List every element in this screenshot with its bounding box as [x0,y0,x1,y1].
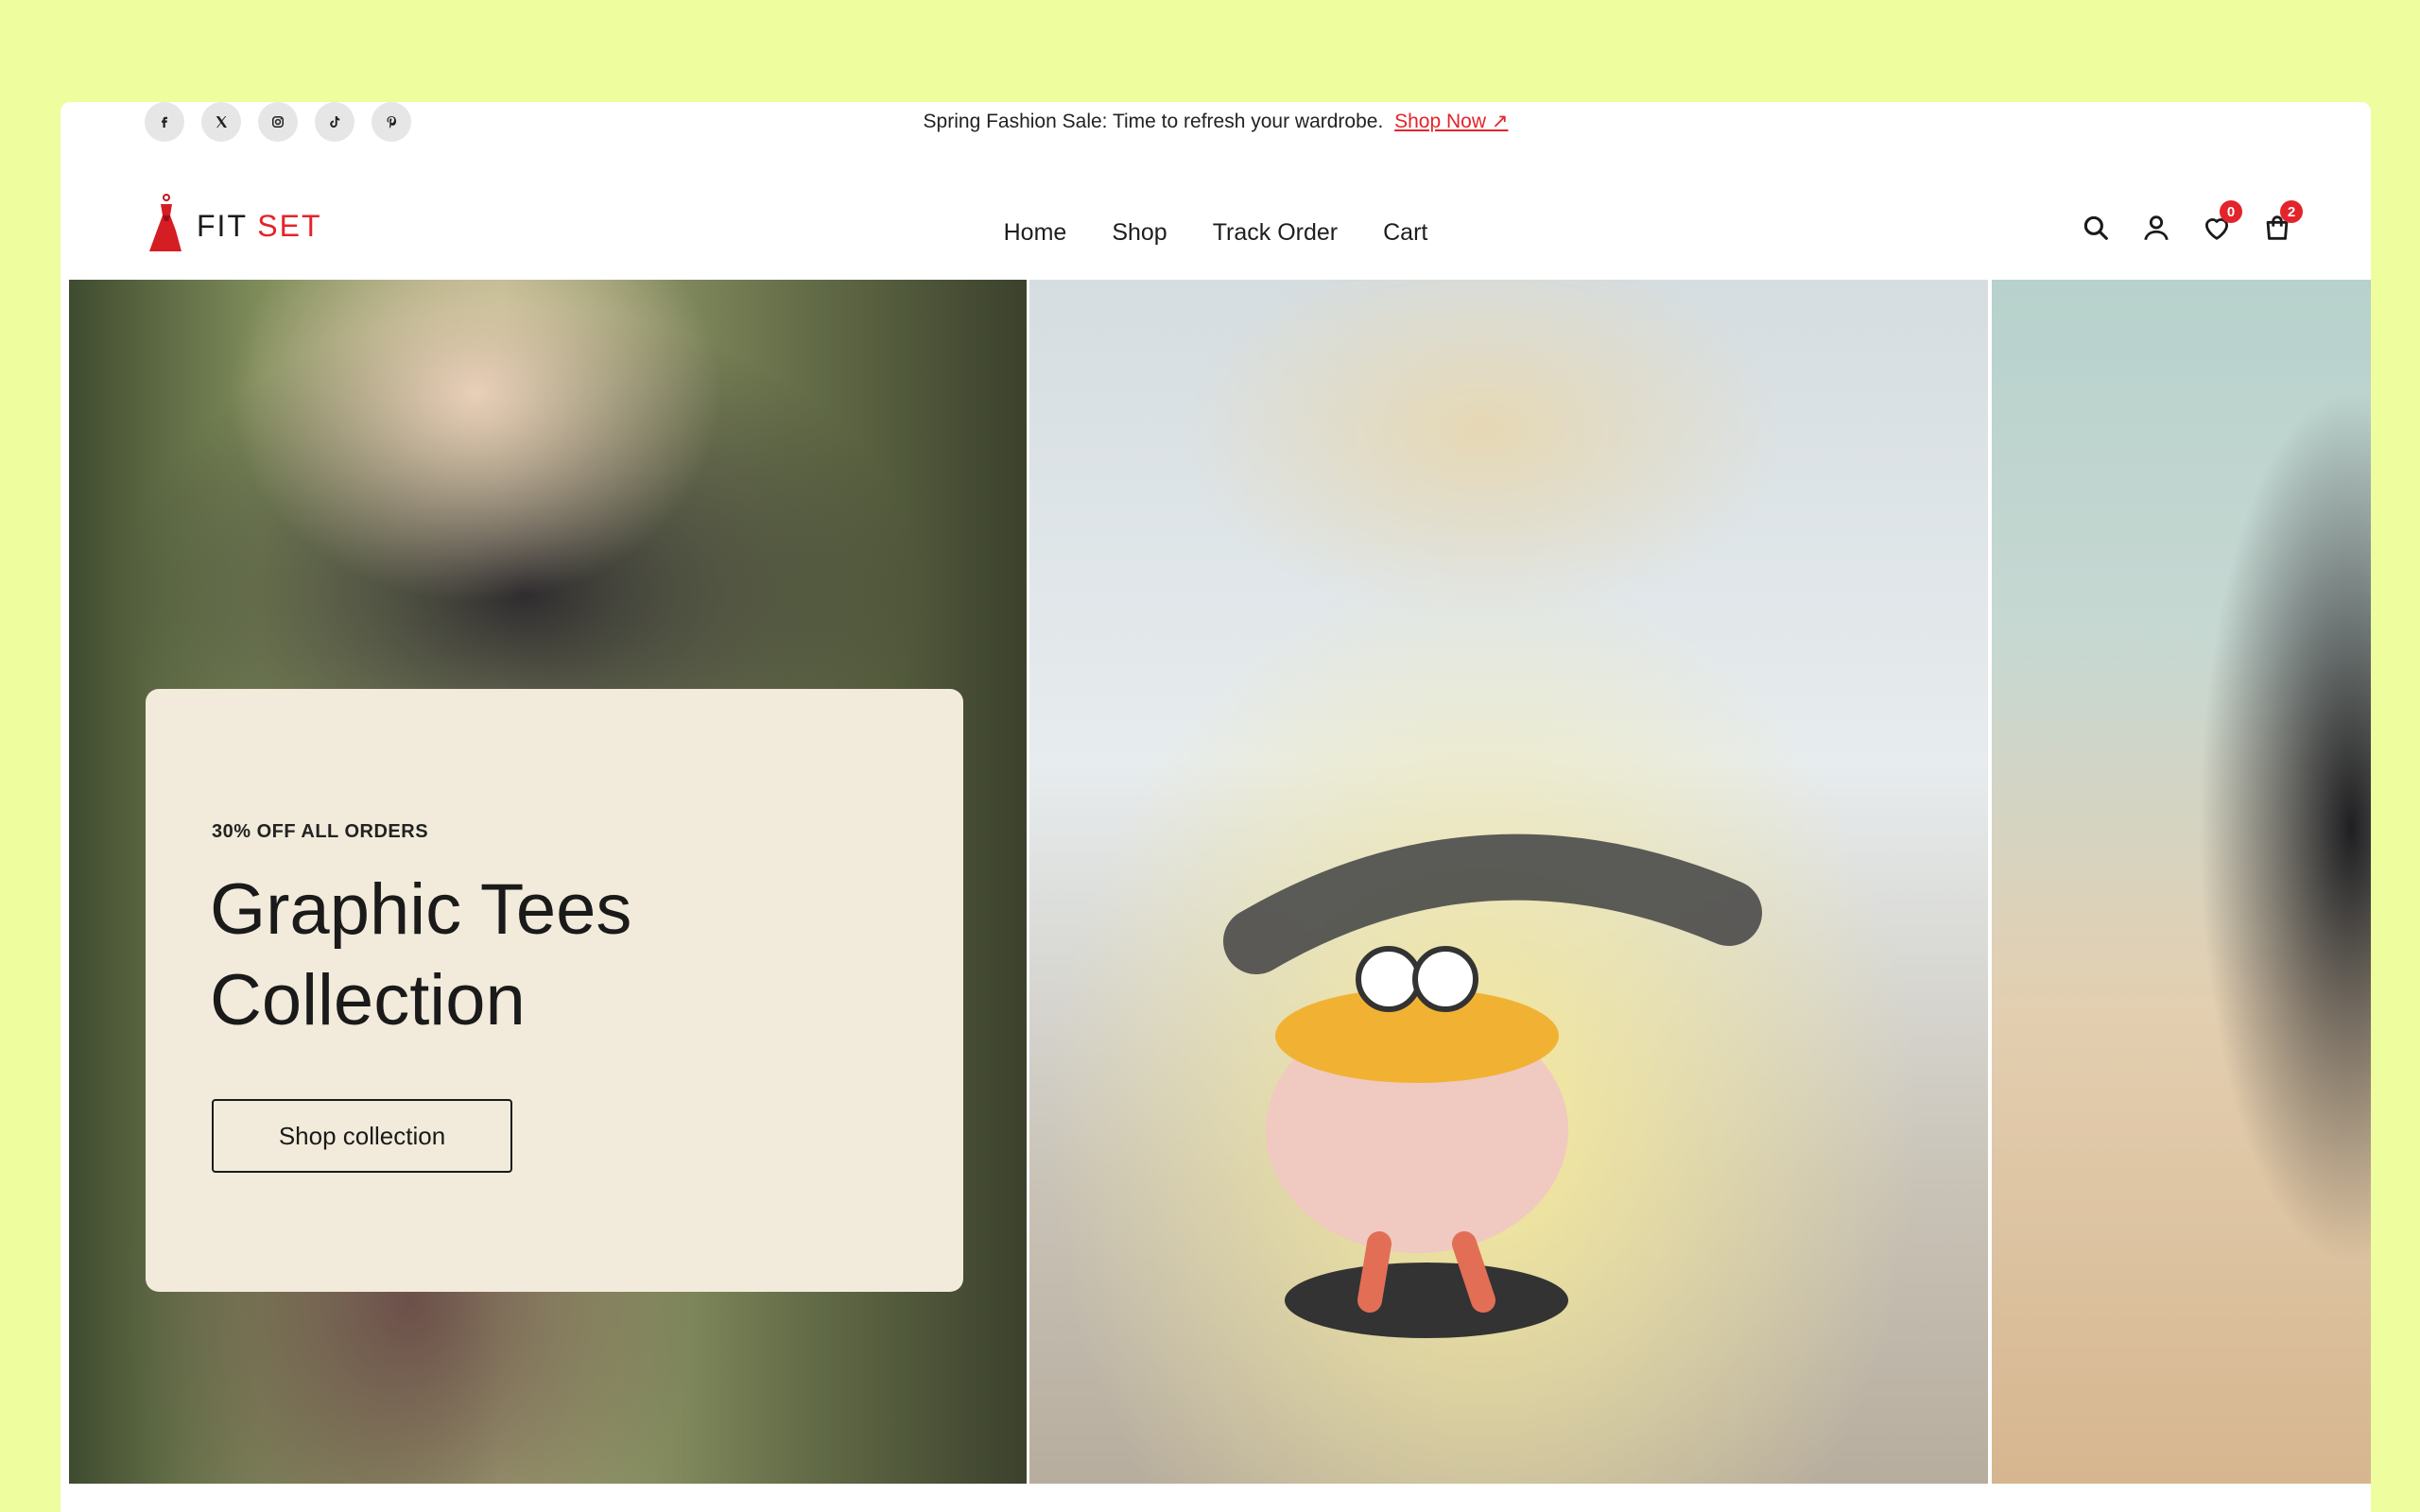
nav-cart[interactable]: Cart [1383,219,1427,247]
promo-card: 30% OFF ALL ORDERS Graphic Tees Collecti… [146,689,963,1292]
shirt-graphic [1200,790,1767,1362]
cart-count-badge: 2 [2280,200,2303,223]
wishlist-icon[interactable]: 0 [2201,200,2242,246]
hero-slider: 30% OFF ALL ORDERS Graphic Tees Collecti… [69,280,2371,1484]
site-header: FIT SET Home Shop Track Order Cart 0 2 [60,174,2371,284]
browser-frame: Spring Fashion Sale: Time to refresh you… [60,102,2371,1512]
announcement-text-wrap: Spring Fashion Sale: Time to refresh you… [60,110,2371,133]
main-nav: Home Shop Track Order Cart [60,219,2371,247]
promo-eyebrow: 30% OFF ALL ORDERS [212,821,429,842]
wishlist-count-badge: 0 [2220,200,2242,223]
cart-icon[interactable]: 2 [2261,200,2303,246]
promo-title: Graphic Tees Collection [210,869,632,1040]
nav-home[interactable]: Home [1004,219,1067,247]
nav-track-order[interactable]: Track Order [1213,219,1338,247]
nav-shop[interactable]: Shop [1112,219,1167,247]
hero-slide-image-2[interactable] [1029,280,1988,1484]
account-icon[interactable] [2140,212,2174,246]
shop-now-link[interactable]: Shop Now ↗ [1394,111,1508,132]
header-icons: 0 2 [2080,200,2303,246]
announcement-text: Spring Fashion Sale: Time to refresh you… [923,111,1384,132]
shop-collection-button[interactable]: Shop collection [212,1099,512,1173]
search-icon[interactable] [2080,212,2114,246]
announcement-bar: Spring Fashion Sale: Time to refresh you… [60,102,2371,144]
hero-slide-image-3[interactable] [1992,280,2371,1484]
